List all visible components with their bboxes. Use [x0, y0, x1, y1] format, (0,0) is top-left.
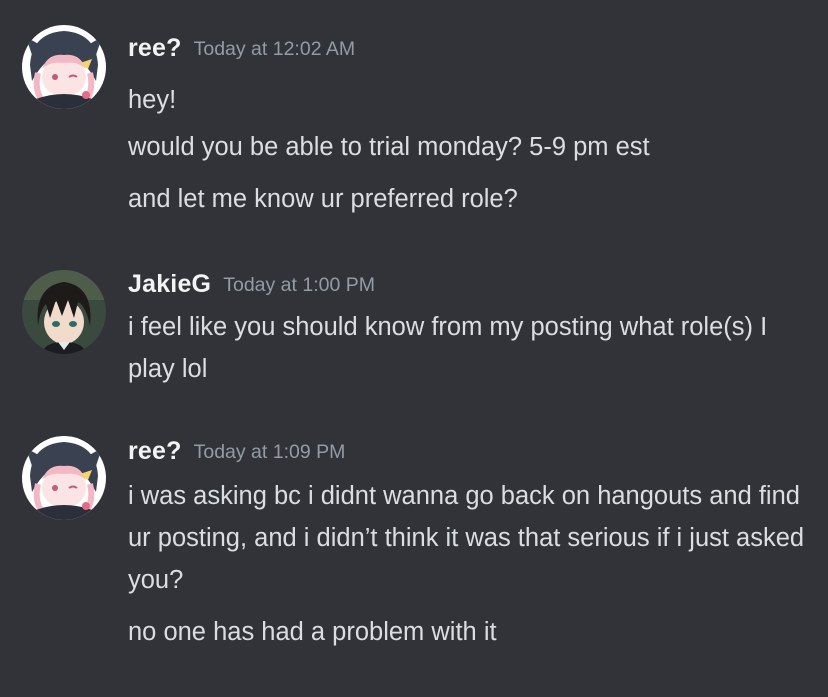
username[interactable]: ree?	[128, 34, 182, 62]
chat-message-list: ree? Today at 12:02 AM hey! would you be …	[0, 0, 828, 697]
message-text: and let me know ur preferred role?	[128, 185, 518, 213]
anime-girl-avatar-icon[interactable]	[22, 436, 106, 520]
timestamp[interactable]: Today at 1:00 PM	[223, 274, 375, 296]
timestamp[interactable]: Today at 12:02 AM	[194, 38, 356, 60]
message-text: hey!	[128, 86, 177, 114]
username[interactable]: ree?	[128, 437, 182, 465]
anime-boy-avatar-icon[interactable]	[22, 270, 106, 354]
message-text: would you be able to trial monday? 5-9 p…	[128, 133, 650, 161]
message-text: i feel like you should know from my post…	[128, 313, 768, 383]
message-text: i was asking bc i didnt wanna go back on…	[128, 482, 805, 594]
timestamp[interactable]: Today at 1:09 PM	[194, 441, 346, 463]
username[interactable]: JakieG	[128, 270, 211, 298]
anime-girl-avatar-icon[interactable]	[22, 25, 106, 109]
message-text: no one has had a problem with it	[128, 618, 497, 646]
